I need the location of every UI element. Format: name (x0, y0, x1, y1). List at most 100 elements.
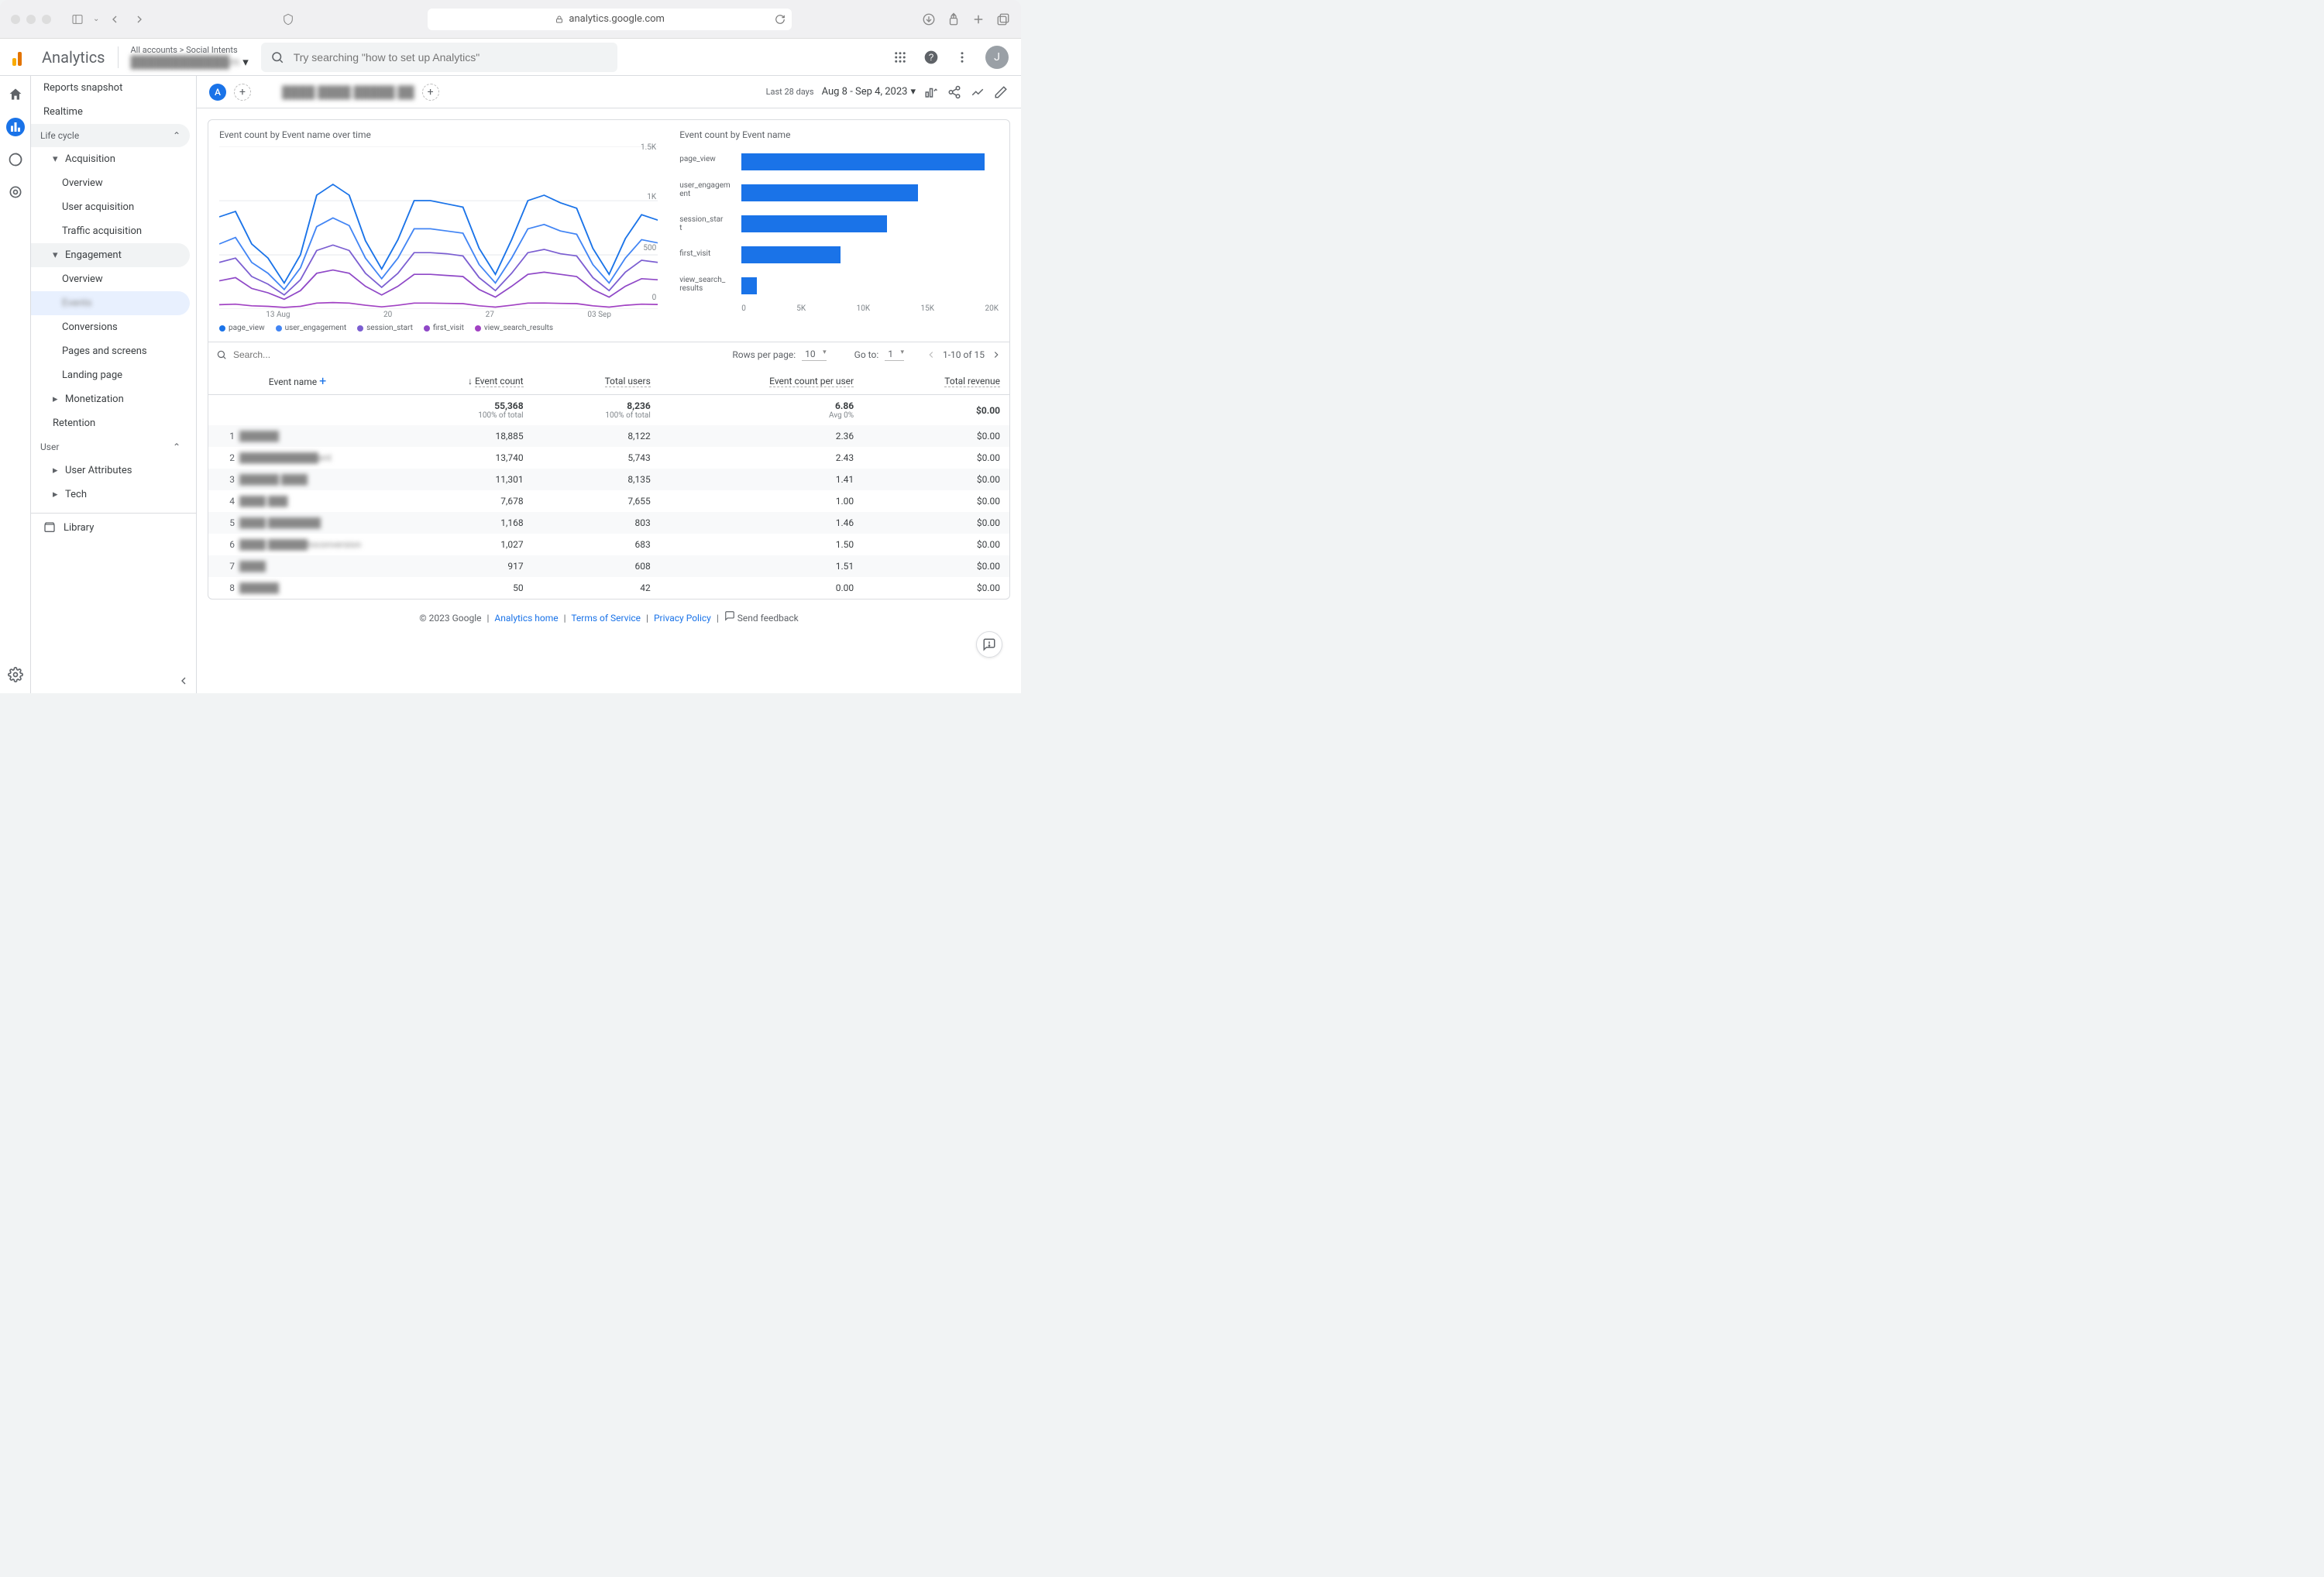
download-icon[interactable] (922, 12, 936, 26)
sidebar-traffic-acquisition[interactable]: Traffic acquisition (31, 219, 196, 243)
caret-right-icon: ▸ (53, 465, 62, 476)
table-row[interactable]: 8 ██████50420.00$0.00 (208, 577, 1009, 599)
sidebar-conversions[interactable]: Conversions (31, 315, 196, 339)
chevron-down-icon[interactable]: ⌄ (93, 15, 99, 23)
go-to-input[interactable]: 1 (885, 349, 904, 361)
bar-row[interactable] (741, 277, 999, 295)
total-revenue: $0.00 (976, 405, 1000, 416)
sidebar-engagement-overview[interactable]: Overview (31, 267, 196, 291)
caret-down-icon: ▾ (53, 249, 62, 261)
bar-row[interactable] (741, 184, 999, 202)
share-icon[interactable] (947, 12, 961, 26)
footer-privacy[interactable]: Privacy Policy (654, 613, 711, 624)
add-comparison-button[interactable]: + (422, 84, 439, 101)
rows-per-page-select[interactable]: 10 (802, 349, 827, 361)
bar-row[interactable] (741, 215, 999, 233)
sidebar-section-life-cycle[interactable]: Life cycle ⌃ (31, 124, 190, 147)
prev-page-icon[interactable] (926, 349, 937, 360)
legend-item[interactable]: first_visit (424, 324, 464, 332)
legend-item[interactable]: view_search_results (475, 324, 553, 332)
legend-item[interactable]: session_start (357, 324, 413, 332)
date-preset-label: Last 28 days (766, 87, 814, 97)
line-chart[interactable]: 1.5K 1K 500 0 (219, 146, 658, 309)
sidebar-landing-page[interactable]: Landing page (31, 363, 196, 387)
trend-icon[interactable] (970, 84, 985, 100)
col-total-users[interactable]: Total users (605, 376, 651, 387)
bar-row[interactable] (741, 153, 999, 171)
section-label: Life cycle (40, 130, 79, 141)
bar-chart[interactable]: page_viewuser_engagem entsession_star tf… (679, 146, 999, 301)
sidebar-acquisition[interactable]: ▾Acquisition (31, 147, 196, 171)
table-row[interactable]: 6 ████ ██████toconversion1,0276831.50$0.… (208, 534, 1009, 555)
sidebar-pages-screens[interactable]: Pages and screens (31, 339, 196, 363)
chevron-up-icon: ⌃ (173, 441, 180, 452)
rail-advertising-icon[interactable] (6, 183, 25, 201)
sidebar-library[interactable]: Library (31, 513, 196, 541)
address-bar[interactable]: analytics.google.com (428, 9, 792, 30)
sidebar-engagement[interactable]: ▾Engagement (31, 243, 190, 267)
sidebar-user-attributes[interactable]: ▸User Attributes (31, 459, 196, 483)
search-input[interactable] (294, 51, 608, 64)
footer-tos[interactable]: Terms of Service (571, 613, 641, 624)
col-event-per-user[interactable]: Event count per user (769, 376, 854, 387)
help-icon[interactable]: ? (923, 50, 939, 65)
next-page-icon[interactable] (991, 349, 1002, 360)
more-icon[interactable] (954, 50, 970, 65)
sidebar-retention[interactable]: Retention (31, 411, 196, 435)
sidebar-acquisition-overview[interactable]: Overview (31, 171, 196, 195)
chevron-down-icon: ▾ (242, 55, 249, 69)
shield-icon[interactable] (279, 10, 297, 29)
share-report-icon[interactable] (947, 84, 962, 100)
edit-icon[interactable] (993, 84, 1009, 100)
feedback-fab[interactable] (976, 631, 1002, 658)
insights-icon[interactable] (923, 84, 939, 100)
sidebar-reports-snapshot[interactable]: Reports snapshot (31, 76, 196, 100)
report-content: A + ████ ████ █████ ██ + Last 28 days Au… (197, 76, 1021, 693)
apps-icon[interactable] (892, 50, 908, 65)
sidebar-section-user[interactable]: User ⌃ (31, 435, 190, 459)
sidebar-user-acquisition[interactable]: User acquisition (31, 195, 196, 219)
legend-item[interactable]: page_view (219, 324, 265, 332)
new-tab-icon[interactable] (971, 12, 985, 26)
table-row[interactable]: 7 ████9176081.51$0.00 (208, 555, 1009, 577)
tabs-icon[interactable] (996, 12, 1010, 26)
refresh-icon[interactable] (775, 14, 786, 25)
nav-back[interactable] (105, 10, 124, 29)
segment-chip[interactable]: A (209, 84, 226, 101)
add-dimension-button[interactable]: + (319, 373, 326, 388)
sidebar-realtime[interactable]: Realtime (31, 100, 196, 124)
bar-row[interactable] (741, 246, 999, 264)
footer-feedback[interactable]: Send feedback (737, 613, 799, 624)
nav-forward[interactable] (130, 10, 149, 29)
rail-explore-icon[interactable] (6, 150, 25, 169)
table-search-input[interactable] (233, 349, 388, 360)
sidebar-tech[interactable]: ▸Tech (31, 483, 196, 507)
add-segment-button[interactable]: + (234, 84, 251, 101)
col-event-count[interactable]: Event count (475, 376, 524, 387)
search-icon (216, 349, 227, 360)
sidebar-collapse-icon[interactable] (177, 675, 190, 687)
table-row[interactable]: 3 ██████ ████11,3018,1351.41$0.00 (208, 469, 1009, 490)
sidebar-monetization[interactable]: ▸Monetization (31, 387, 196, 411)
property-picker[interactable]: All accounts > Social Intents ██████████… (131, 45, 249, 69)
global-search[interactable] (261, 43, 617, 72)
table-row[interactable]: 2 ████████████ent13,7405,7432.43$0.00 (208, 447, 1009, 469)
bar-label: user_engagem ent (679, 181, 735, 198)
date-range-picker[interactable]: Aug 8 - Sep 4, 2023▾ (822, 86, 916, 98)
sort-arrow-icon[interactable]: ↓ (468, 376, 473, 387)
rail-reports-icon[interactable] (6, 118, 25, 136)
legend-item[interactable]: user_engagement (276, 324, 347, 332)
rail-home-icon[interactable] (6, 85, 25, 104)
footer-analytics-home[interactable]: Analytics home (494, 613, 558, 624)
avatar[interactable]: J (985, 46, 1009, 69)
table-row[interactable]: 4 ████ ███7,6787,6551.00$0.00 (208, 490, 1009, 512)
rail-settings-icon[interactable] (6, 665, 25, 684)
library-label: Library (64, 522, 94, 534)
total-event-count: 55,368 (494, 400, 523, 411)
table-row[interactable]: 1 ██████18,8858,1222.36$0.00 (208, 425, 1009, 447)
sidebar-engagement-events[interactable]: Events (31, 291, 190, 315)
col-event-name[interactable]: Event name (269, 376, 317, 387)
table-row[interactable]: 5 ████ ████████1,1688031.46$0.00 (208, 512, 1009, 534)
sidebar-toggle[interactable] (68, 10, 87, 29)
col-total-revenue[interactable]: Total revenue (944, 376, 1000, 387)
